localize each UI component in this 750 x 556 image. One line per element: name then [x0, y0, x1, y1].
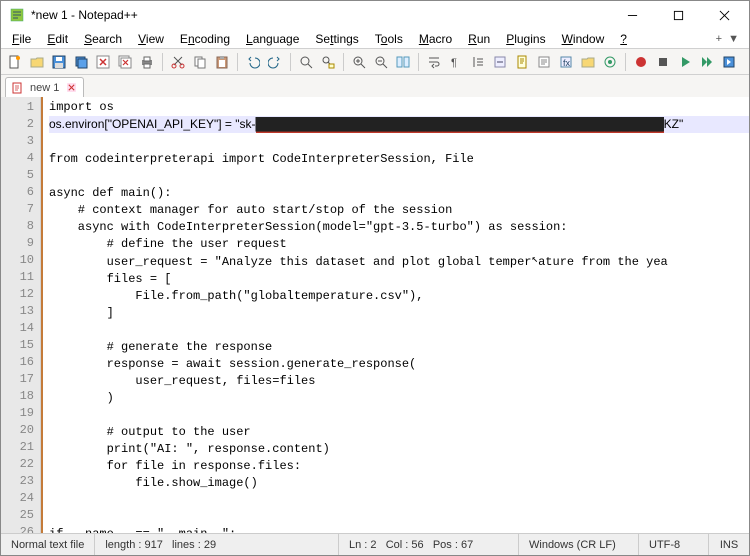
status-encoding[interactable]: UTF-8 — [639, 534, 709, 555]
undo-icon[interactable] — [243, 52, 263, 72]
copy-icon[interactable] — [190, 52, 210, 72]
window-title: *new 1 - Notepad++ — [31, 8, 609, 22]
cut-icon[interactable] — [168, 52, 188, 72]
doc-map-icon[interactable] — [512, 52, 532, 72]
save-macro-icon[interactable] — [719, 52, 739, 72]
tabbar: new 1 — [1, 75, 749, 97]
function-list-icon[interactable]: fx — [556, 52, 576, 72]
menu-language[interactable]: Language — [239, 29, 306, 49]
status-caret: Ln : 2 Col : 56 Pos : 67 — [339, 534, 519, 555]
zoom-out-icon[interactable] — [371, 52, 391, 72]
menu-settings[interactable]: Settings — [308, 29, 365, 49]
menu-encoding[interactable]: Encoding — [173, 29, 237, 49]
line-number-gutter: 1 2 3 4 5 6 7 8 9 10 11 12 13 14 15 16 1… — [1, 97, 41, 533]
find-icon[interactable] — [296, 52, 316, 72]
folder-workspace-icon[interactable] — [578, 52, 598, 72]
menu-macro[interactable]: Macro — [412, 29, 459, 49]
indent-guide-icon[interactable] — [468, 52, 488, 72]
menu-tools[interactable]: Tools — [368, 29, 410, 49]
save-all-icon[interactable] — [71, 52, 91, 72]
menu-plus-icon[interactable]: + — [716, 33, 722, 45]
menu-run[interactable]: Run — [461, 29, 497, 49]
menu-chevron-icon[interactable]: ▼ — [728, 33, 739, 45]
menubar: File Edit Search View Encoding Language … — [1, 29, 749, 49]
replace-icon[interactable] — [318, 52, 338, 72]
status-eol[interactable]: Windows (CR LF) — [519, 534, 639, 555]
app-icon — [9, 7, 25, 23]
titlebar: *new 1 - Notepad++ — [1, 1, 749, 29]
status-filetype: Normal text file — [1, 534, 95, 555]
print-icon[interactable] — [137, 52, 157, 72]
tab-close-icon[interactable] — [65, 82, 77, 94]
code-area[interactable]: import os os.environ["OPENAI_API_KEY"] =… — [41, 97, 749, 533]
redo-icon[interactable] — [265, 52, 285, 72]
svg-text:fx: fx — [563, 58, 571, 68]
menu-edit[interactable]: Edit — [40, 29, 75, 49]
sync-scroll-icon[interactable] — [393, 52, 413, 72]
folding-icon[interactable] — [490, 52, 510, 72]
menu-window[interactable]: Window — [555, 29, 612, 49]
close-button[interactable] — [701, 1, 747, 29]
play-macro-icon[interactable] — [675, 52, 695, 72]
menu-help[interactable]: ? — [613, 29, 634, 49]
editor: 1 2 3 4 5 6 7 8 9 10 11 12 13 14 15 16 1… — [1, 97, 749, 533]
open-file-icon[interactable] — [27, 52, 47, 72]
toolbar: ¶ fx — [1, 49, 749, 75]
monitor-icon[interactable] — [600, 52, 620, 72]
close-all-icon[interactable] — [115, 52, 135, 72]
zoom-in-icon[interactable] — [349, 52, 369, 72]
menu-view[interactable]: View — [131, 29, 171, 49]
wordwrap-icon[interactable] — [424, 52, 444, 72]
status-length: length : 917 lines : 29 — [95, 534, 339, 555]
tab-label: new 1 — [30, 82, 59, 94]
show-chars-icon[interactable]: ¶ — [446, 52, 466, 72]
new-file-icon[interactable] — [5, 52, 25, 72]
save-icon[interactable] — [49, 52, 69, 72]
play-multi-icon[interactable] — [697, 52, 717, 72]
menu-file[interactable]: File — [5, 29, 38, 49]
record-macro-icon[interactable] — [631, 52, 651, 72]
tab-new1[interactable]: new 1 — [5, 77, 84, 97]
svg-text:¶: ¶ — [451, 57, 457, 69]
statusbar: Normal text file length : 917 lines : 29… — [1, 533, 749, 555]
tab-file-icon — [12, 82, 24, 94]
minimize-button[interactable] — [609, 1, 655, 29]
menu-plugins[interactable]: Plugins — [499, 29, 552, 49]
stop-macro-icon[interactable] — [653, 52, 673, 72]
doc-list-icon[interactable] — [534, 52, 554, 72]
close-file-icon[interactable] — [93, 52, 113, 72]
paste-icon[interactable] — [212, 52, 232, 72]
status-mode[interactable]: INS — [709, 534, 749, 555]
maximize-button[interactable] — [655, 1, 701, 29]
menu-search[interactable]: Search — [77, 29, 129, 49]
